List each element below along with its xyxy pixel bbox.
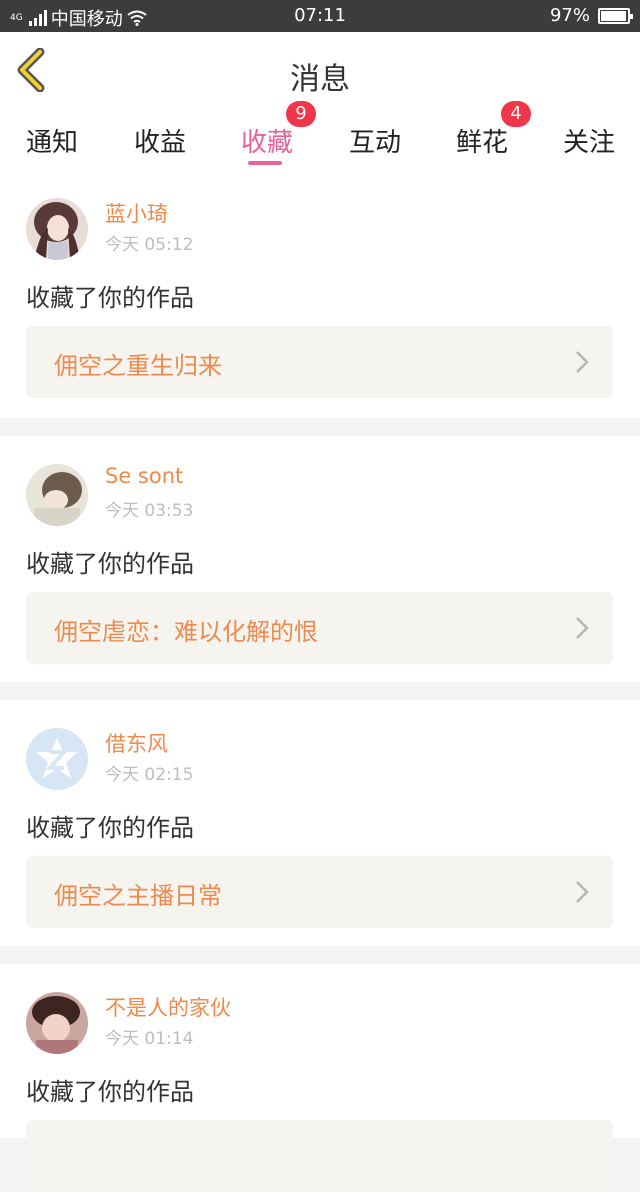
action-text: 收藏了你的作品 bbox=[26, 1078, 194, 1106]
page-title: 消息 bbox=[290, 62, 350, 97]
tab-follow[interactable]: 关注 bbox=[563, 122, 615, 159]
battery-icon bbox=[598, 7, 633, 24]
work-title: 佣空之主播日常 bbox=[54, 882, 222, 910]
flowers-badge: 4 bbox=[501, 101, 531, 127]
work-title: 佣空之重生归来 bbox=[54, 352, 222, 380]
message-card: 不是人的家伙 今天 01:14 收藏了你的作品 bbox=[0, 964, 640, 1192]
tab-flowers[interactable]: 鲜花 bbox=[456, 122, 508, 159]
avatar[interactable] bbox=[26, 198, 88, 260]
nav-header: 消息 bbox=[0, 32, 640, 111]
message-time: 今天 03:53 bbox=[105, 501, 194, 521]
user-name[interactable]: Se sont bbox=[105, 464, 183, 488]
tab-favorites[interactable]: 收藏 bbox=[241, 122, 293, 159]
work-link[interactable]: 佣空虐恋：难以化解的恨 bbox=[26, 592, 613, 664]
tab-notice[interactable]: 通知 bbox=[26, 122, 78, 159]
status-bar: 4G 中国移动 07:11 97% bbox=[0, 0, 640, 32]
message-card: 借东风 今天 02:15 收藏了你的作品 佣空之主播日常 bbox=[0, 700, 640, 946]
chevron-right-icon bbox=[576, 351, 589, 373]
work-link[interactable]: 佣空之主播日常 bbox=[26, 856, 613, 928]
tab-bar: 通知 收益 收藏 互动 鲜花 关注 9 4 bbox=[0, 101, 640, 170]
work-link[interactable] bbox=[26, 1120, 613, 1192]
avatar[interactable] bbox=[26, 728, 88, 790]
action-text: 收藏了你的作品 bbox=[26, 284, 194, 312]
message-card: Se sont 今天 03:53 收藏了你的作品 佣空虐恋：难以化解的恨 bbox=[0, 436, 640, 682]
active-tab-indicator bbox=[248, 161, 282, 165]
favorites-badge: 9 bbox=[286, 101, 316, 127]
action-text: 收藏了你的作品 bbox=[26, 550, 194, 578]
status-right: 97% bbox=[549, 5, 633, 26]
message-card: 蓝小琦 今天 05:12 收藏了你的作品 佣空之重生归来 bbox=[0, 170, 640, 418]
work-title: 佣空虐恋：难以化解的恨 bbox=[54, 618, 318, 646]
message-time: 今天 05:12 bbox=[105, 235, 194, 255]
work-link[interactable]: 佣空之重生归来 bbox=[26, 326, 613, 398]
message-time: 今天 01:14 bbox=[105, 1029, 194, 1049]
avatar[interactable] bbox=[26, 464, 88, 526]
user-name[interactable]: 蓝小琦 bbox=[105, 198, 168, 228]
battery-percent: 97% bbox=[549, 5, 590, 26]
avatar[interactable] bbox=[26, 992, 88, 1054]
action-text: 收藏了你的作品 bbox=[26, 814, 194, 842]
tab-interaction[interactable]: 互动 bbox=[349, 122, 401, 159]
status-time: 07:11 bbox=[294, 5, 346, 26]
chevron-right-icon bbox=[576, 617, 589, 639]
chevron-right-icon bbox=[576, 881, 589, 903]
user-name[interactable]: 借东风 bbox=[105, 728, 168, 758]
tab-earnings[interactable]: 收益 bbox=[134, 122, 186, 159]
message-time: 今天 02:15 bbox=[105, 765, 194, 785]
user-name[interactable]: 不是人的家伙 bbox=[105, 992, 231, 1022]
